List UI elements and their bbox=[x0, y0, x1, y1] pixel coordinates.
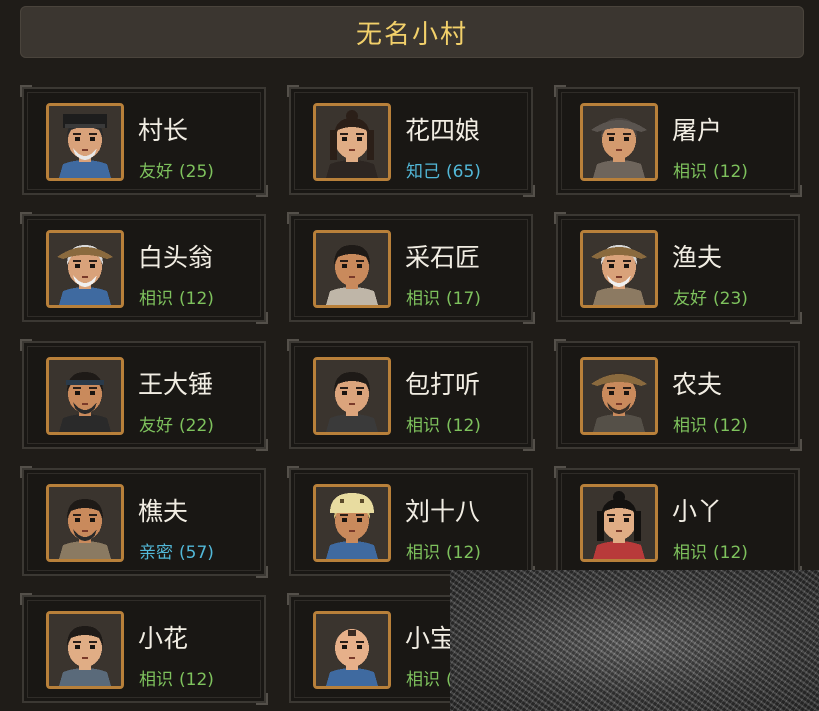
relationship-value: (25) bbox=[179, 162, 214, 182]
relationship-value: (17 bbox=[446, 670, 475, 690]
villager-name: 刘十八 bbox=[405, 497, 481, 526]
relationship-info: 相识 (17) bbox=[406, 284, 481, 309]
relationship-value: (57) bbox=[179, 543, 214, 563]
xiaohua-portrait bbox=[46, 611, 124, 689]
villager-card[interactable]: 樵夫亲密 (57) bbox=[20, 466, 268, 578]
relationship-info: 友好 (23) bbox=[673, 284, 748, 309]
relationship-info: 友好 (25) bbox=[139, 157, 214, 182]
villager-name: 屠户 bbox=[672, 116, 723, 145]
villager-card[interactable]: 农夫相识 (12) bbox=[554, 339, 802, 451]
relationship-status: 知己 bbox=[406, 162, 440, 182]
villager-card[interactable]: 白头翁相识 (12) bbox=[20, 212, 268, 324]
villager-card[interactable]: 小花相识 (12) bbox=[20, 593, 268, 705]
fisherman-portrait bbox=[580, 230, 658, 308]
villager-card[interactable]: 渔夫友好 (23) bbox=[554, 212, 802, 324]
relationship-value: (12) bbox=[713, 543, 748, 563]
farmer-portrait bbox=[580, 357, 658, 435]
xiaoya-portrait bbox=[580, 484, 658, 562]
relationship-info: 知己 (65) bbox=[406, 157, 481, 182]
village-title: 无名小村 bbox=[355, 19, 468, 50]
relationship-status: 相识 bbox=[139, 289, 173, 309]
villager-name: 采石匠 bbox=[405, 243, 481, 272]
villager-name: 小宝 bbox=[405, 624, 456, 653]
relationship-status: 相识 bbox=[406, 670, 440, 690]
villager-card[interactable]: 小宝相识 (17 bbox=[287, 593, 535, 705]
relationship-status: 相识 bbox=[406, 289, 440, 309]
villager-name: 花四娘 bbox=[405, 116, 481, 145]
villager-name: 王大锤 bbox=[138, 370, 214, 399]
relationship-info: 相识 (12) bbox=[673, 411, 748, 436]
relationship-info: 友好 (22) bbox=[139, 411, 214, 436]
relationship-value: (12) bbox=[446, 416, 481, 436]
hua-siniang-portrait bbox=[313, 103, 391, 181]
relationship-status: 相识 bbox=[673, 543, 707, 563]
villager-name: 农夫 bbox=[672, 370, 723, 399]
relationship-value: (22) bbox=[179, 416, 214, 436]
villager-card[interactable]: 村长友好 (25) bbox=[20, 85, 268, 197]
relationship-value: (12) bbox=[446, 543, 481, 563]
liu-shiba-portrait bbox=[313, 484, 391, 562]
woodcutter-portrait bbox=[46, 484, 124, 562]
relationship-value: (65) bbox=[446, 162, 481, 182]
butcher-portrait bbox=[580, 103, 658, 181]
villager-name: 小花 bbox=[138, 624, 189, 653]
relationship-value: (23) bbox=[713, 289, 748, 309]
relationship-info: 相识 (12) bbox=[673, 538, 748, 563]
relationship-info: 相识 (12) bbox=[139, 665, 214, 690]
village-title-bar: 无名小村 bbox=[20, 6, 804, 58]
relationship-status: 相识 bbox=[406, 416, 440, 436]
relationship-info: 相识 (12) bbox=[139, 284, 214, 309]
relationship-value: (12) bbox=[713, 416, 748, 436]
relationship-status: 亲密 bbox=[139, 543, 173, 563]
relationship-status: 相识 bbox=[139, 670, 173, 690]
relationship-value: (17) bbox=[446, 289, 481, 309]
xiaobao-portrait bbox=[313, 611, 391, 689]
relationship-status: 友好 bbox=[139, 416, 173, 436]
relationship-info: 相识 (12) bbox=[406, 538, 481, 563]
wang-dachui-portrait bbox=[46, 357, 124, 435]
relationship-status: 相识 bbox=[673, 416, 707, 436]
relationship-value: (12) bbox=[179, 289, 214, 309]
villager-card[interactable]: 采石匠相识 (17) bbox=[287, 212, 535, 324]
stonemason-portrait bbox=[313, 230, 391, 308]
relationship-status: 相识 bbox=[406, 543, 440, 563]
relationship-info: 相识 (17 bbox=[406, 665, 474, 690]
relationship-value: (12) bbox=[179, 670, 214, 690]
villager-name: 村长 bbox=[138, 116, 189, 145]
villager-card[interactable]: 刘十八相识 (12) bbox=[287, 466, 535, 578]
relationship-info: 亲密 (57) bbox=[139, 538, 214, 563]
relationship-status: 友好 bbox=[139, 162, 173, 182]
villager-card[interactable]: 屠户相识 (12) bbox=[554, 85, 802, 197]
villager-card[interactable]: 小丫相识 (12) bbox=[554, 466, 802, 578]
villager-name: 樵夫 bbox=[138, 497, 189, 526]
bao-dating-portrait bbox=[313, 357, 391, 435]
village-chief-portrait bbox=[46, 103, 124, 181]
villager-name: 包打听 bbox=[405, 370, 481, 399]
relationship-info: 相识 (12) bbox=[673, 157, 748, 182]
villager-name: 小丫 bbox=[672, 497, 723, 526]
relationship-status: 友好 bbox=[673, 289, 707, 309]
villager-card[interactable]: 包打听相识 (12) bbox=[287, 339, 535, 451]
relationship-status: 相识 bbox=[673, 162, 707, 182]
relationship-value: (12) bbox=[713, 162, 748, 182]
white-head-elder-portrait bbox=[46, 230, 124, 308]
villager-name: 渔夫 bbox=[672, 243, 723, 272]
villager-card[interactable]: 花四娘知己 (65) bbox=[287, 85, 535, 197]
relationship-info: 相识 (12) bbox=[406, 411, 481, 436]
villager-card[interactable]: 王大锤友好 (22) bbox=[20, 339, 268, 451]
villager-name: 白头翁 bbox=[138, 243, 214, 272]
